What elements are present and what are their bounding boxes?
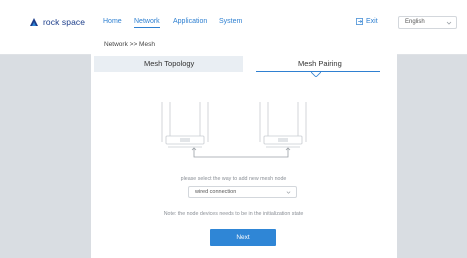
connection-method-select[interactable]: wired connection [188,186,297,198]
pairing-hint-text: please select the way to add new mesh no… [180,176,287,182]
breadcrumb-bar [0,38,467,55]
top-navigation-bar: rock space Home Network Application Syst… [0,0,467,39]
router-icon [161,102,209,148]
language-select[interactable]: English [398,16,457,29]
language-selected-value: English [405,19,425,25]
next-button[interactable]: Next [210,229,276,246]
nav-item-network[interactable]: Network [134,18,160,28]
nav-item-application[interactable]: Application [173,18,207,25]
tab-active-caret-icon [311,72,321,77]
rock-space-logo-icon [30,18,38,26]
tab-mesh-pairing-label[interactable]: Mesh Pairing [298,59,342,68]
exit-icon [356,18,363,25]
chevron-down-icon [286,191,291,194]
wired-connection-diagram [161,102,307,158]
exit-label: Exit [366,18,378,25]
ethernet-cable [193,148,289,158]
connection-method-value: wired connection [195,189,237,195]
router-icon [259,102,307,148]
nav-item-home[interactable]: Home [103,18,122,25]
initialization-note: Note: the node devices needs to be in th… [163,211,304,217]
nav-item-system[interactable]: System [219,18,242,25]
brand-logo[interactable]: rock space [29,17,85,27]
breadcrumb: Network >> Mesh [104,41,155,48]
brand-name: rock space [43,17,86,27]
exit-button[interactable]: Exit [356,18,378,25]
chevron-down-icon [446,21,452,25]
tab-mesh-topology-label: Mesh Topology [144,59,195,68]
